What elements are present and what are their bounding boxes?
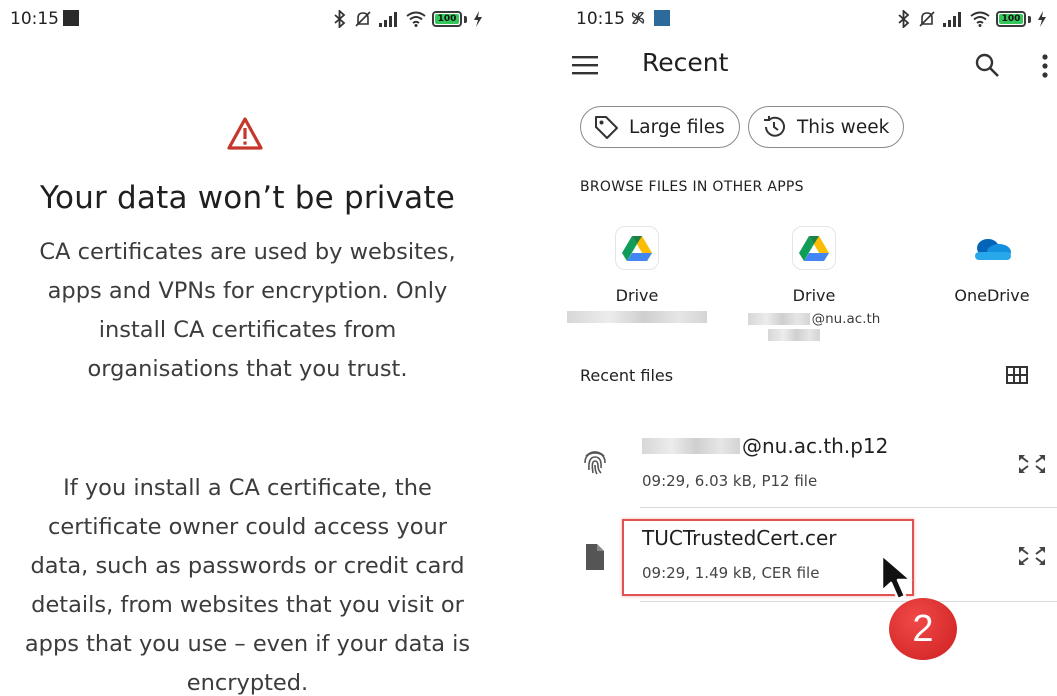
google-drive-icon bbox=[615, 226, 659, 270]
warning-title: Your data won’t be private bbox=[40, 180, 455, 216]
notification-square-icon bbox=[63, 10, 79, 26]
file-row-p12[interactable]: @nu.ac.th.p12 09:29, 6.03 kB, P12 file bbox=[562, 420, 1057, 510]
step-number-badge: 2 bbox=[889, 598, 957, 660]
more-options-icon[interactable] bbox=[1038, 52, 1052, 80]
recent-files-heading: Recent files bbox=[580, 366, 674, 385]
pinwheel-icon bbox=[632, 11, 645, 25]
divider bbox=[640, 507, 1057, 508]
battery-tip bbox=[464, 15, 467, 23]
account-email-redacted bbox=[739, 329, 889, 341]
mute-icon bbox=[919, 11, 935, 27]
bluetooth-icon bbox=[898, 10, 910, 28]
status-bar: 10:15 100 bbox=[0, 6, 495, 34]
signal-icon bbox=[943, 12, 961, 27]
expand-preview-icon[interactable] bbox=[1016, 450, 1048, 478]
tag-icon bbox=[595, 116, 618, 139]
google-drive-icon bbox=[792, 226, 836, 270]
files-recent-screen: 10:15 100 Recent Large files This week B… bbox=[562, 0, 1057, 696]
account-email: @nu.ac.th bbox=[739, 311, 889, 327]
status-icons: 100 bbox=[332, 10, 483, 28]
history-icon bbox=[764, 116, 785, 137]
mute-icon bbox=[355, 11, 371, 27]
signal-icon bbox=[379, 12, 397, 27]
status-time: 10:15 bbox=[576, 9, 670, 29]
warning-icon bbox=[227, 117, 263, 150]
hamburger-menu-icon[interactable] bbox=[572, 54, 598, 76]
app-bar: Recent bbox=[562, 44, 1057, 88]
search-icon[interactable] bbox=[974, 52, 1000, 78]
bluetooth-icon bbox=[334, 10, 346, 28]
fingerprint-icon bbox=[584, 451, 606, 475]
file-name: @nu.ac.th.p12 bbox=[642, 434, 888, 458]
browse-apps-heading: BROWSE FILES IN OTHER APPS bbox=[580, 179, 804, 195]
battery-icon: 100 bbox=[432, 11, 462, 27]
charging-icon bbox=[474, 11, 482, 27]
ca-warning-screen: 10:15 100 Your data won’t be private CA … bbox=[0, 0, 495, 696]
document-icon bbox=[586, 544, 604, 570]
status-icons: 100 bbox=[896, 10, 1047, 28]
drive-app-2[interactable]: Drive @nu.ac.th bbox=[739, 226, 889, 341]
wifi-icon bbox=[970, 11, 990, 27]
battery-icon: 100 bbox=[996, 11, 1026, 27]
file-meta: 09:29, 6.03 kB, P12 file bbox=[642, 472, 818, 490]
status-bar: 10:15 100 bbox=[562, 6, 1057, 34]
charging-icon bbox=[1038, 11, 1046, 27]
onedrive-app[interactable]: OneDrive bbox=[917, 226, 1057, 305]
warning-paragraph-2: If you install a CA certificate, the cer… bbox=[24, 475, 471, 696]
notification-square-icon bbox=[653, 10, 670, 26]
large-files-chip[interactable]: Large files bbox=[580, 106, 740, 148]
expand-preview-icon[interactable] bbox=[1016, 542, 1048, 570]
battery-tip bbox=[1028, 15, 1031, 23]
screenshot-root: 10:15 100 Your data won’t be private CA … bbox=[0, 0, 1057, 696]
warning-paragraph-1: CA certificates are used by websites, ap… bbox=[39, 239, 456, 382]
drive-app-1[interactable]: Drive bbox=[562, 226, 712, 323]
status-time: 10:15 bbox=[10, 9, 79, 29]
account-email-redacted bbox=[562, 311, 712, 323]
this-week-chip[interactable]: This week bbox=[748, 106, 905, 148]
onedrive-icon bbox=[970, 226, 1014, 270]
page-title: Recent bbox=[642, 48, 729, 77]
divider bbox=[640, 601, 1057, 602]
highlight-box bbox=[622, 519, 914, 596]
wifi-icon bbox=[406, 11, 426, 27]
grid-view-icon[interactable] bbox=[1006, 366, 1028, 384]
